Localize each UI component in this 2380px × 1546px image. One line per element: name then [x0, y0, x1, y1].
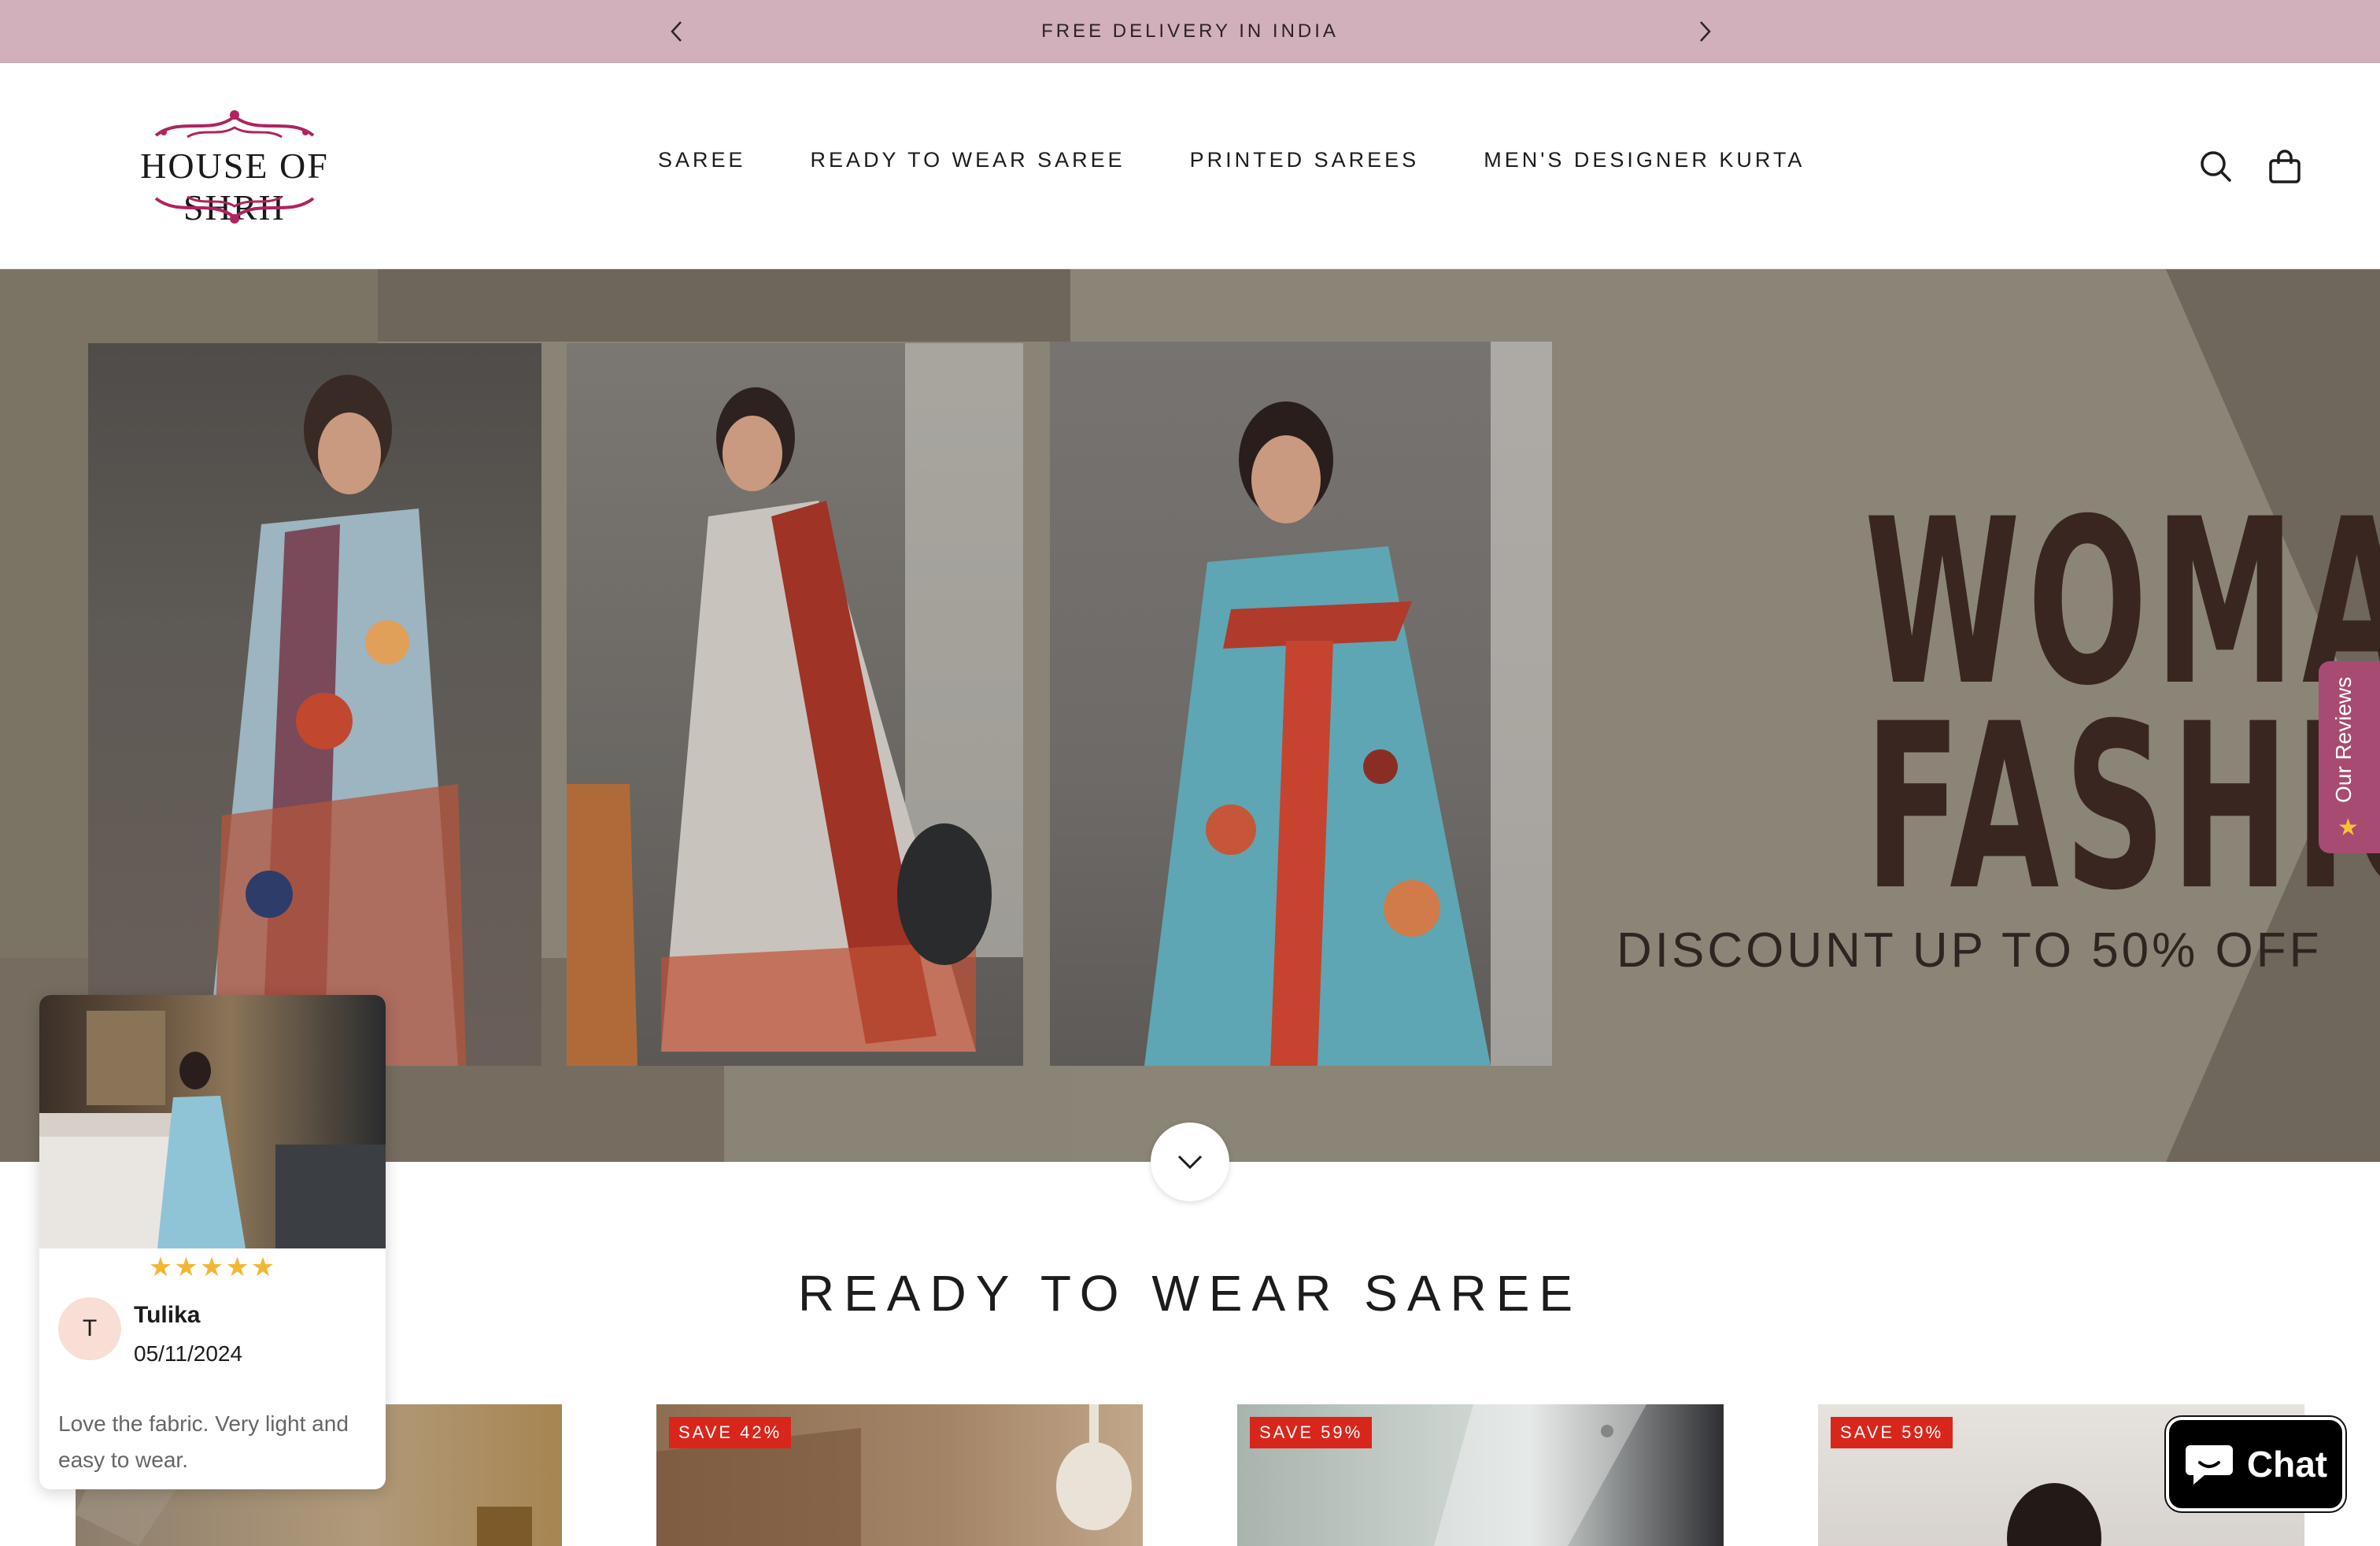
- discount-badge: SAVE 59%: [1831, 1417, 1953, 1448]
- hero-subtitle: DISCOUNT UP TO 50% OFF: [1617, 923, 2323, 978]
- announcement-next-button[interactable]: [1689, 16, 1720, 47]
- chat-label: Chat: [2246, 1444, 2328, 1485]
- product-card[interactable]: SAVE 59%: [1237, 1404, 1724, 1546]
- reviewer-avatar: T: [58, 1297, 121, 1360]
- main-nav: SAREE READY TO WEAR SAREE PRINTED SAREES…: [658, 148, 1805, 172]
- announcement-bar: FREE DELIVERY IN INDIA: [0, 0, 2380, 63]
- saree-figure-icon: [206, 375, 466, 1066]
- shopping-bag-icon: [2269, 150, 2301, 183]
- rating-stars: ★★★★★: [148, 1252, 277, 1282]
- nav-item-mens-designer-kurta[interactable]: MEN'S DESIGNER KURTA: [1484, 148, 1805, 172]
- product-card[interactable]: SAVE 42%: [656, 1404, 1143, 1546]
- ornament-top-icon: [154, 110, 315, 139]
- announcement-text: FREE DELIVERY IN INDIA: [1041, 20, 1339, 42]
- site-header: HOUSE OF SHRII SAREE READY TO WEAR SAREE…: [0, 63, 2380, 269]
- reviewer-name: Tulika: [134, 1302, 201, 1328]
- hero-photo-saree-3: [1050, 342, 1552, 1066]
- review-photo: [39, 995, 386, 1248]
- hero-title-line-2: FASHION: [1864, 675, 2380, 941]
- review-popup[interactable]: ★★★★★ T Tulika 05/11/2024 Love the fabri…: [39, 995, 386, 1489]
- chevron-down-icon: [1177, 1155, 1203, 1170]
- nav-item-ready-to-wear-saree[interactable]: READY TO WEAR SAREE: [811, 148, 1125, 172]
- site-logo[interactable]: HOUSE OF SHRII: [93, 109, 376, 227]
- nav-item-saree[interactable]: SAREE: [658, 148, 746, 172]
- our-reviews-tab[interactable]: Our Reviews ★: [2319, 661, 2380, 853]
- saree-figure-icon: [1144, 342, 1552, 1066]
- hero-background-block: [378, 269, 1070, 342]
- nav-item-printed-sarees[interactable]: PRINTED SAREES: [1190, 148, 1420, 172]
- cart-button[interactable]: [2265, 146, 2304, 186]
- scroll-down-button[interactable]: [1151, 1123, 1229, 1201]
- star-icon: ★: [2338, 815, 2359, 841]
- review-text: Love the fabric. Very light and easy to …: [58, 1411, 349, 1472]
- discount-badge: SAVE 42%: [669, 1417, 792, 1448]
- review-image: [39, 1011, 386, 1248]
- hero-photo-saree-2: [567, 343, 1023, 1066]
- chat-button[interactable]: Chat: [2166, 1417, 2345, 1511]
- discount-badge: SAVE 59%: [1250, 1417, 1373, 1448]
- hero-title: WOMAN FASHION: [1577, 490, 2380, 941]
- hero-photo-saree-1: [88, 343, 541, 1066]
- chevron-right-icon: [1700, 21, 1711, 42]
- review-date: 05/11/2024: [134, 1341, 243, 1366]
- ornament-bottom-icon: [154, 195, 315, 224]
- our-reviews-label: Our Reviews: [2331, 676, 2356, 803]
- chat-bubble-icon: [2185, 1445, 2233, 1485]
- search-button[interactable]: [2196, 146, 2235, 186]
- saree-figure-icon: [567, 343, 1023, 1066]
- search-icon: [2201, 151, 2231, 182]
